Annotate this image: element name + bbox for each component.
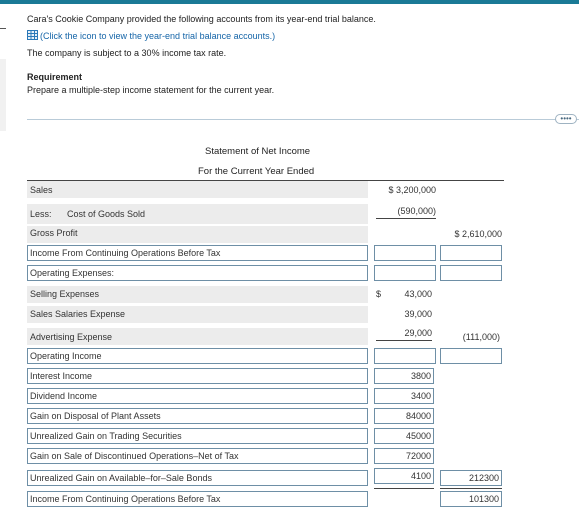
label-input-discontinued-ops[interactable]: Gain on Sale of Discontinued Operations–…: [27, 448, 368, 464]
value-input-dividend[interactable]: 3400: [374, 388, 434, 404]
value-input-opex-b[interactable]: [440, 265, 502, 281]
less-label: Less:: [30, 209, 52, 219]
intro-text-1: Cara's Cookie Company provided the follo…: [27, 14, 376, 24]
statement-subtitle: For the Current Year Ended: [198, 166, 315, 177]
value-input-opinc-a[interactable]: [374, 348, 436, 364]
value-input-other-total[interactable]: 212300: [440, 470, 502, 486]
label-input-gain-disposal[interactable]: Gain on Disposal of Plant Assets: [27, 408, 368, 424]
label-input-afs-bonds[interactable]: Unrealized Gain on Available–for–Sale Bo…: [27, 470, 368, 486]
value-input-unrealized-trading[interactable]: 45000: [374, 428, 434, 444]
table-icon[interactable]: [27, 30, 38, 40]
more-options-button[interactable]: ••••: [555, 114, 577, 124]
cogs-value: (590,000): [397, 206, 436, 216]
gross-profit-label: Gross Profit: [30, 228, 78, 238]
salaries-value: 39,000: [404, 309, 432, 319]
afs-underline: [374, 488, 434, 489]
advertising-value: 29,000: [404, 328, 432, 338]
label-input-dividend-income[interactable]: Dividend Income: [27, 388, 368, 404]
advertising-label: Advertising Expense: [30, 332, 113, 342]
label-input-unrealized-trading[interactable]: Unrealized Gain on Trading Securities: [27, 428, 368, 444]
label-input-operating-expenses[interactable]: Operating Expenses:: [27, 265, 368, 281]
section-divider: [27, 119, 579, 120]
row-shade-sales: [27, 181, 368, 198]
value-input-opinc-b[interactable]: [440, 348, 502, 364]
cogs-underline: [376, 218, 436, 219]
label-input-continuing-1[interactable]: Income From Continuing Operations Before…: [27, 245, 368, 261]
value-input-continuing-1a[interactable]: [374, 245, 436, 261]
statement-title: Statement of Net Income: [205, 146, 311, 157]
other-total-underline: [440, 488, 502, 489]
value-input-discontinued-ops[interactable]: 72000: [374, 448, 434, 464]
cogs-label: Cost of Goods Sold: [67, 209, 146, 219]
requirement-heading: Requirement: [27, 72, 83, 82]
intro-text-3: The company is subject to a 30% income t…: [27, 48, 227, 58]
left-collapse-mark[interactable]: [0, 28, 6, 29]
advertising-underline: [376, 340, 432, 341]
selling-label: Selling Expenses: [30, 289, 100, 299]
requirement-text: Prepare a multiple-step income statement…: [27, 85, 275, 95]
salaries-label: Sales Salaries Expense: [30, 309, 126, 319]
sales-value: $ 3,200,000: [388, 185, 436, 195]
value-input-gain-disposal[interactable]: 84000: [374, 408, 434, 424]
value-input-opex-a[interactable]: [374, 265, 436, 281]
value-input-afs-bonds[interactable]: 4100: [374, 468, 434, 484]
top-accent-bar: [0, 0, 579, 4]
trial-balance-link[interactable]: (Click the icon to view the year-end tri…: [40, 31, 275, 41]
label-input-interest-income[interactable]: Interest Income: [27, 368, 368, 384]
value-input-continuing-1b[interactable]: [440, 245, 502, 261]
left-panel-edge: [0, 59, 6, 131]
value-input-interest[interactable]: 3800: [374, 368, 434, 384]
gross-profit-value: $ 2,610,000: [454, 229, 502, 239]
selling-value: 43,000: [404, 289, 432, 299]
label-input-continuing-final[interactable]: Income From Continuing Operations Before…: [27, 491, 368, 507]
opex-total: (111,000): [462, 332, 500, 342]
row-shade-gross: [27, 226, 368, 243]
label-input-operating-income[interactable]: Operating Income: [27, 348, 368, 364]
value-input-continuing-final[interactable]: 101300: [440, 491, 502, 507]
sales-label: Sales: [30, 185, 53, 195]
trial-balance-link-row[interactable]: (Click the icon to view the year-end tri…: [27, 30, 275, 41]
